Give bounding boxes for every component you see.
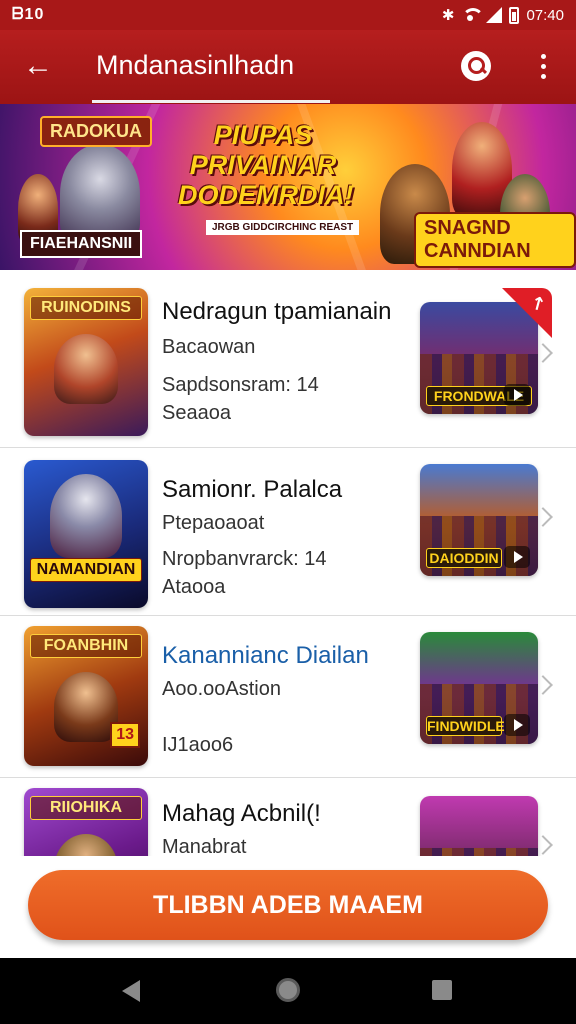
game-thumbnail: FOANBHIN 13 (24, 626, 148, 766)
status-bar: ᗷ10 ✱ 07:40 (0, 0, 576, 30)
game-thumbnail: RIIOHIKA (24, 788, 148, 856)
play-icon (504, 384, 530, 406)
preview-label: DAIODDIN (426, 548, 502, 568)
more-dot (540, 73, 546, 79)
play-icon (504, 714, 530, 736)
game-list: RUINODINS Nedragun tpamianain Bacaowan S… (0, 270, 576, 856)
status-time-right: 07:40 (526, 6, 564, 24)
preview-thumbnail[interactable] (420, 796, 538, 856)
nav-home-icon[interactable] (276, 978, 300, 1002)
more-options-button[interactable] (526, 46, 560, 86)
item-title: Samionr. Palalca (162, 476, 343, 503)
status-icons: ✱ 07:40 (442, 6, 564, 24)
item-meta: Ataooa (162, 576, 226, 598)
item-subtitle: Bacaowan (162, 336, 256, 358)
thumbnail-title: FOANBHIN (30, 634, 142, 658)
list-item[interactable]: NAMANDIAN Samionr. Palalca Ptepaoaoat Nr… (0, 448, 576, 616)
item-detail: Sapdsonsram: 14 (162, 374, 319, 396)
item-subtitle: Aoo.ooAstion (162, 678, 281, 700)
back-button[interactable]: ← (18, 46, 58, 86)
battery-icon (509, 6, 520, 24)
list-item[interactable]: RIIOHIKA Mahag Acbnil(! Manabrat (0, 778, 576, 856)
search-button[interactable] (456, 46, 496, 86)
banner-headline: PIUPAS PRIVAINAR DODEMRDIA! (178, 120, 354, 210)
item-title: Nedragun tpamianain (162, 298, 392, 325)
list-item[interactable]: RUINODINS Nedragun tpamianain Bacaowan S… (0, 270, 576, 448)
more-dot (540, 63, 546, 69)
bluetooth-icon: ✱ (441, 7, 455, 24)
promo-banner[interactable]: RADOKUA FIAEHANSNII PIUPAS PRIVAINAR DOD… (0, 104, 576, 270)
bottom-action-area: TLIBBN ADEB MAAEM (0, 856, 576, 958)
nav-back-icon[interactable] (122, 980, 140, 1002)
character-art (54, 834, 118, 856)
item-title: Kanannianc Diailan (162, 642, 369, 669)
character-art (54, 334, 118, 404)
banner-logo-left: RADOKUA (40, 116, 152, 147)
thumbnail-title: NAMANDIAN (30, 558, 142, 582)
werewolf-art (50, 474, 122, 558)
cta-button[interactable]: TLIBBN ADEB MAAEM (28, 870, 548, 940)
nav-recents-icon[interactable] (432, 980, 452, 1000)
new-badge: ↗ (502, 288, 552, 338)
preview-label: FINDWIDLE (426, 716, 505, 736)
app-bar: ← Mndanasinlhadn (0, 30, 576, 104)
wifi-icon (461, 8, 485, 22)
thumbnail-title: RIIOHIKA (30, 796, 142, 820)
thumbnail-title: RUINODINS (30, 296, 142, 320)
page-title: Mndanasinlhadn (96, 50, 295, 80)
banner-logo-right: SNAGND CANNDIAN (414, 212, 576, 268)
preview-thumbnail[interactable]: DAIODDIN (420, 464, 538, 576)
item-meta: Seaaoa (162, 402, 231, 424)
arrow-left-icon: ← (23, 49, 53, 82)
werewolf-character (60, 144, 140, 244)
banner-strip: JRGB GIDDCIRCHINC REAST (206, 220, 360, 235)
search-icon (461, 51, 491, 81)
crowd-art (420, 848, 538, 856)
game-thumbnail: NAMANDIAN (24, 460, 148, 608)
title-underline (92, 100, 330, 103)
play-icon (504, 546, 530, 568)
item-title: Mahag Acbnil(! (162, 800, 321, 827)
system-nav-bar (0, 958, 576, 1024)
list-item[interactable]: FOANBHIN 13 Kanannianc Diailan Aoo.ooAst… (0, 616, 576, 778)
more-vertical-icon (540, 53, 546, 59)
item-subtitle: Manabrat (162, 836, 247, 856)
level-badge: 13 (110, 722, 140, 748)
signal-icon (486, 7, 503, 23)
banner-subtitle-left: FIAEHANSNII (20, 230, 143, 258)
preview-thumbnail[interactable]: FINDWIDLE (420, 632, 538, 744)
item-detail: Nropbanvrarck: 14 (162, 548, 327, 570)
item-meta: IJ1aoo6 (162, 734, 234, 756)
status-time-left: ᗷ10 (12, 6, 45, 23)
character-art (54, 672, 118, 742)
item-subtitle: Ptepaoaoat (162, 512, 265, 534)
game-thumbnail: RUINODINS (24, 288, 148, 436)
